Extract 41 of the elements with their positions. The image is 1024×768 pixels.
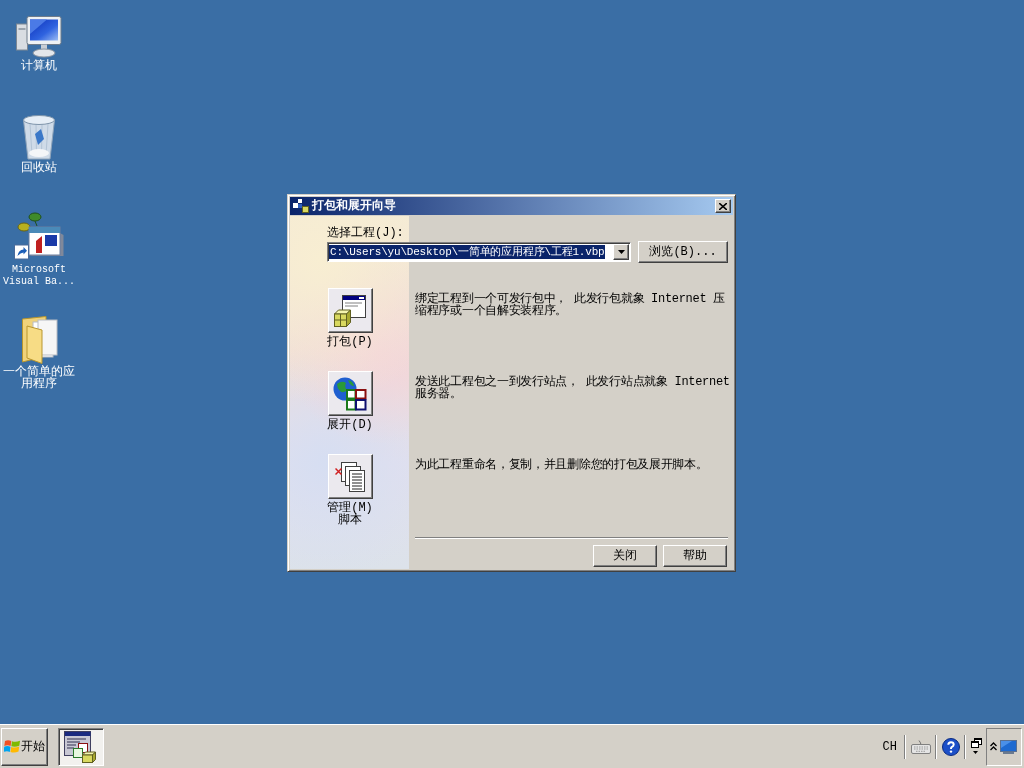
close-button[interactable] xyxy=(715,199,731,213)
start-button[interactable]: 开始 xyxy=(1,727,48,766)
app-icon xyxy=(293,199,309,213)
windows-logo-icon xyxy=(4,739,20,754)
desktop-icon-label[interactable]: Microsoft Visual Ba... xyxy=(0,264,78,288)
field-label: 选择工程(J): xyxy=(327,227,405,239)
restore-windows-icon[interactable] xyxy=(971,737,982,756)
folder-icon[interactable] xyxy=(19,316,59,364)
task-button[interactable] xyxy=(58,727,104,766)
manage-scripts-button[interactable] xyxy=(327,454,373,499)
caret-icon xyxy=(617,250,625,254)
chevron-up-icon[interactable] xyxy=(990,742,997,751)
close-icon xyxy=(719,202,727,210)
window-title: 打包和展开向导 xyxy=(312,199,396,213)
computer-icon[interactable] xyxy=(16,16,62,58)
project-combo-box[interactable]: C:\Users\yu\Desktop\一简单的应用程序\工程1.vbp xyxy=(327,242,631,262)
option-description: 发送此工程包之一到发行站点， 此发行站点就象 Internet 服务器。 xyxy=(415,376,731,400)
dialog-button[interactable]: 关闭 xyxy=(593,545,657,567)
wizard-window-icon xyxy=(64,730,98,763)
recycle-bin-icon[interactable] xyxy=(21,114,57,160)
option-label: 展开(D) xyxy=(326,419,374,431)
option-description: 为此工程重命名，复制，并且删除您的打包及展开脚本。 xyxy=(415,459,709,471)
help-icon[interactable] xyxy=(942,737,960,756)
desktop-icon-label[interactable]: 一个简单的应用程序 xyxy=(0,366,78,390)
desktop-icon-label[interactable]: 回收站 xyxy=(0,162,78,174)
desktop-icon-label[interactable]: 计算机 xyxy=(0,60,78,72)
keyboard-icon[interactable] xyxy=(911,739,931,754)
option-label: 管理(M)脚本 xyxy=(326,502,374,526)
globe-and-grid-icon xyxy=(333,376,367,411)
browse-button[interactable]: 浏览(B)... xyxy=(638,241,728,263)
window-and-box-icon xyxy=(334,294,366,327)
documents-icon xyxy=(335,461,365,492)
dropdown-button[interactable] xyxy=(613,244,629,260)
language-indicator[interactable]: CH xyxy=(882,740,897,753)
application-shortcut-icon[interactable] xyxy=(14,212,64,262)
dialog-button[interactable]: 帮助 xyxy=(663,545,727,567)
deploy-button[interactable] xyxy=(327,371,373,416)
project-path: C:\Users\yu\Desktop\一简单的应用程序\工程1.vbp xyxy=(329,245,606,259)
package-button[interactable] xyxy=(327,288,373,333)
option-description: 绑定工程到一个可发行包中， 此发行包就象 Internet 压缩程序或一个自解安装程序。 xyxy=(415,293,726,317)
option-label: 打包(P) xyxy=(326,336,374,348)
